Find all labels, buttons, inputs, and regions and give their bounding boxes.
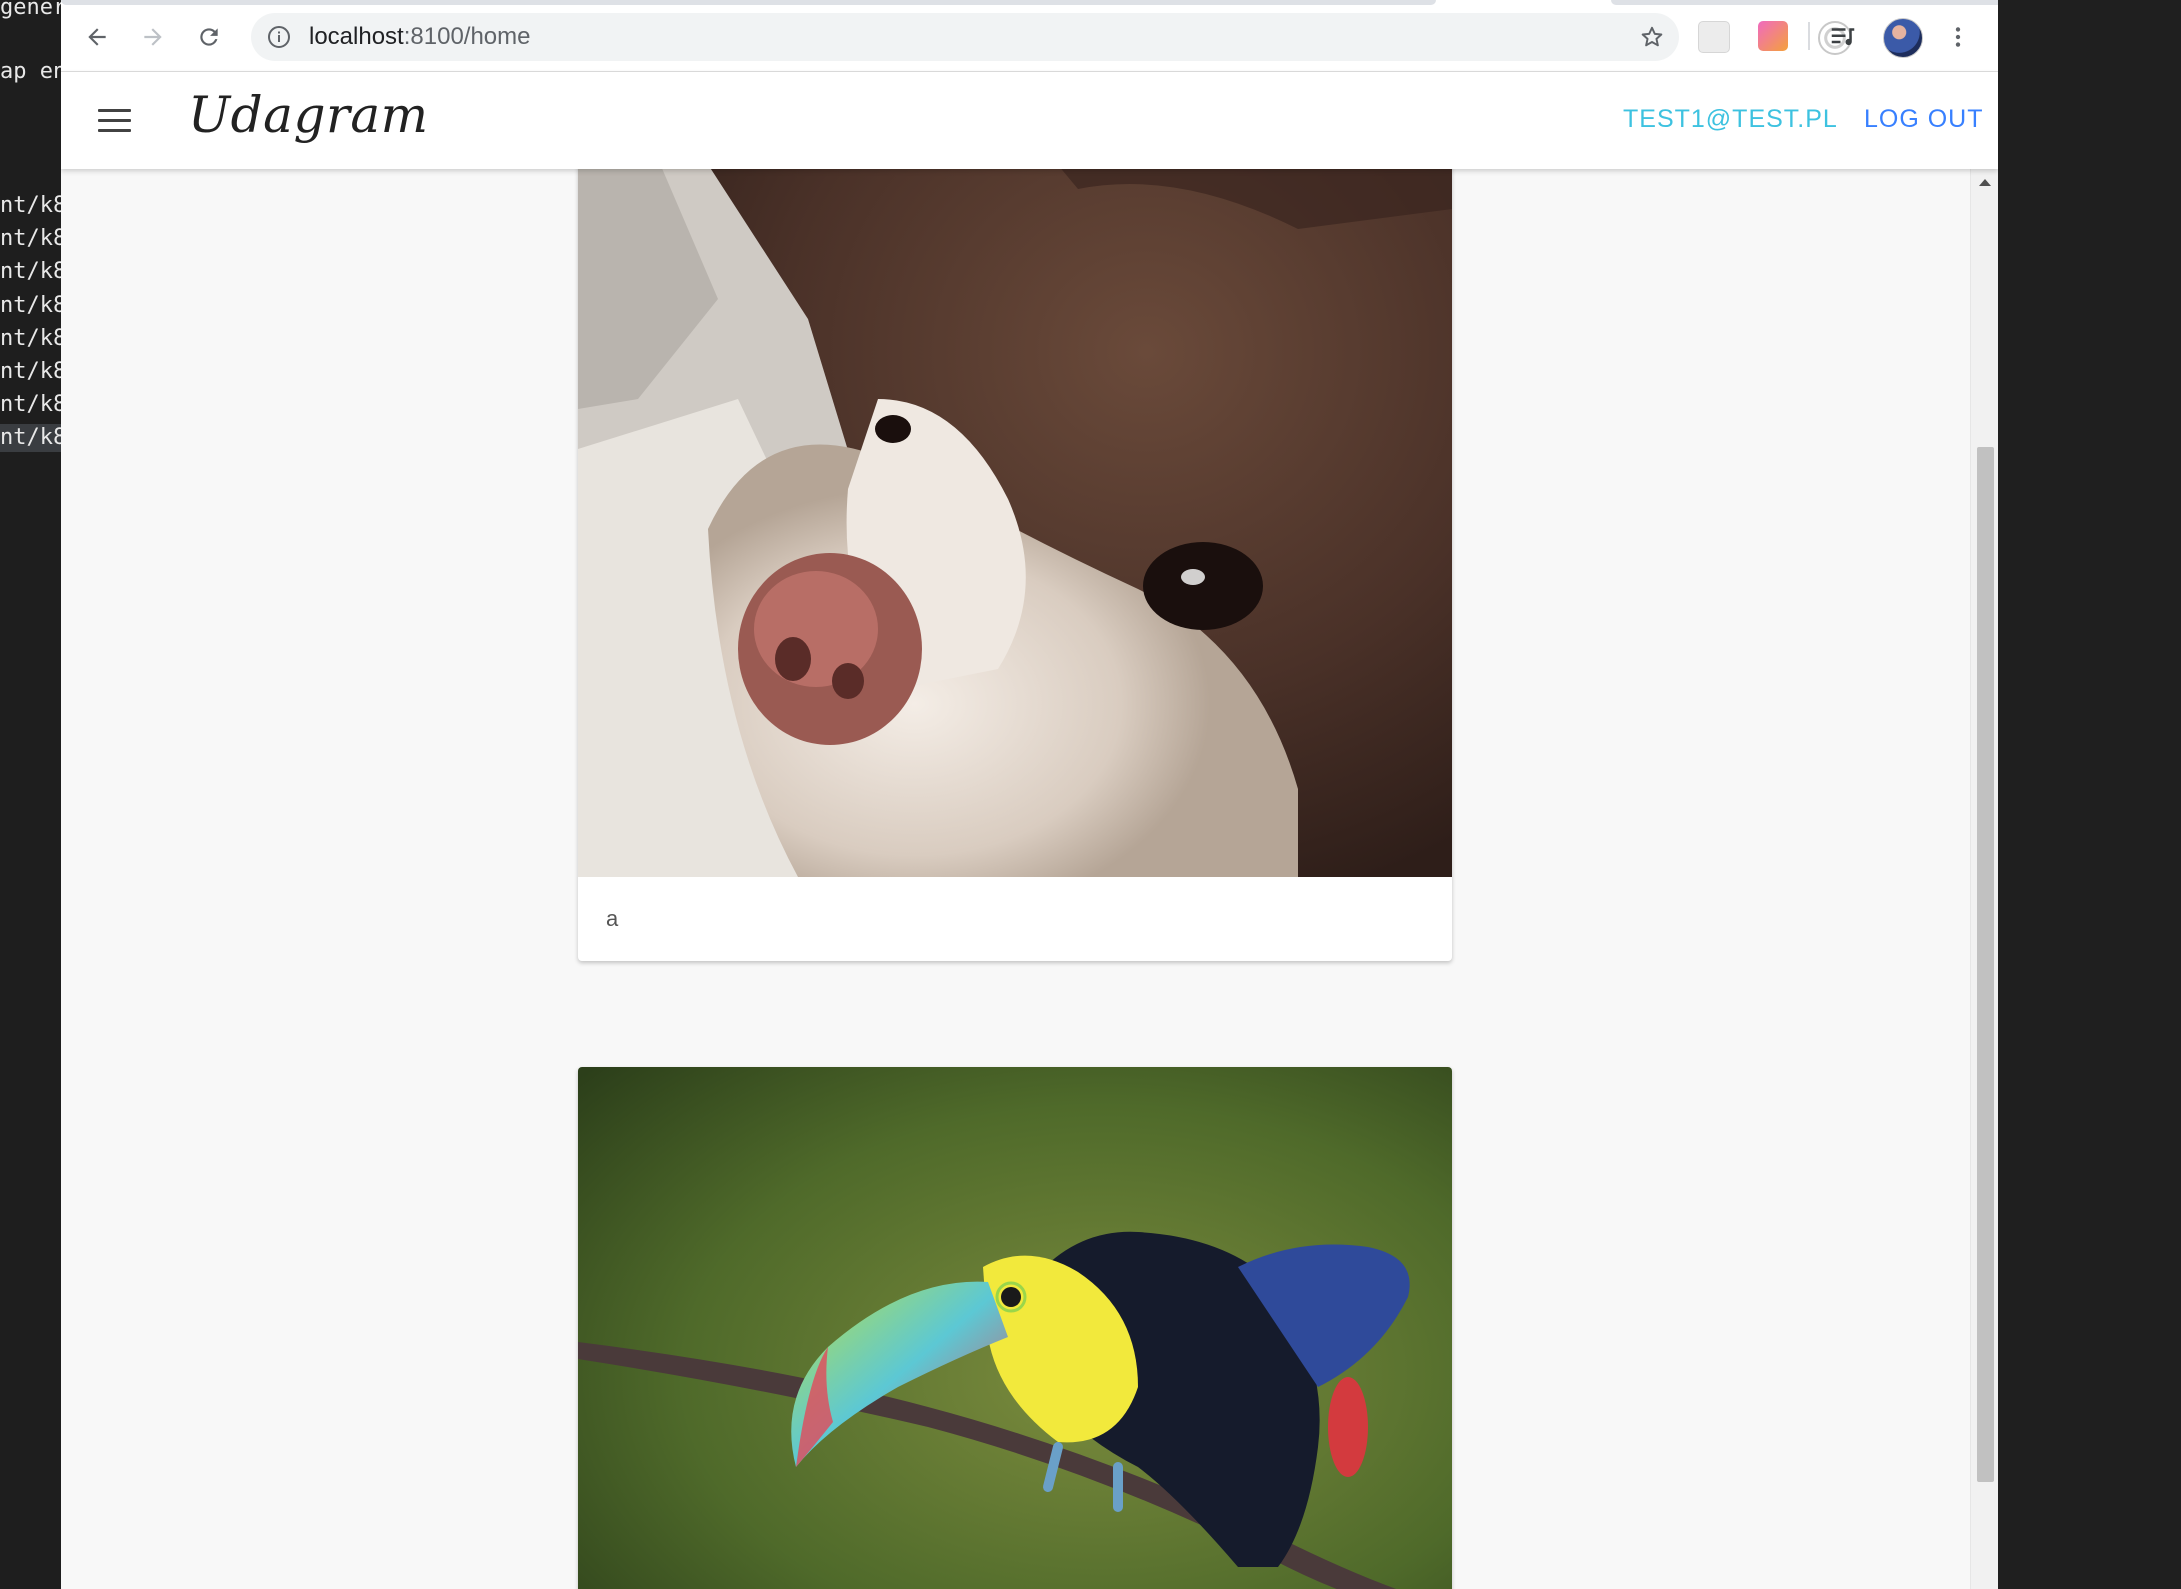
forward-icon: [144, 28, 162, 46]
back-icon: [88, 28, 106, 46]
extension-icon-1[interactable]: [1698, 21, 1730, 53]
profile-avatar[interactable]: [1883, 18, 1923, 58]
media-control-icon: [1831, 28, 1855, 46]
toolbar-separator: [1808, 22, 1810, 50]
extension-icon-2[interactable]: [1758, 21, 1788, 51]
dog-photo: [578, 169, 1452, 877]
toucan-photo: [578, 1067, 1452, 1589]
terminal-line-selected: nt/k8: [0, 424, 61, 452]
terminal-line: nt/k8: [0, 326, 61, 351]
terminal-line: nt/k8: [0, 392, 61, 417]
more-menu-icon: [1955, 27, 1961, 47]
page-scrollbar[interactable]: [1970, 169, 1998, 1589]
terminal-line: ap en: [0, 59, 61, 84]
feed-item: [578, 1067, 1452, 1589]
desktop-background: [1998, 0, 2181, 1589]
feed-item: a: [578, 169, 1452, 961]
feed-item-caption: a: [606, 906, 619, 931]
reload-icon: [200, 28, 218, 46]
feed-item-image: [578, 1067, 1452, 1589]
tab-strip-edge: [1611, 0, 1998, 5]
info-icon[interactable]: [267, 25, 291, 49]
user-email-button[interactable]: TEST1@TEST.PL: [1623, 105, 1838, 134]
browser-toolbar: localhost:8100/home: [61, 0, 1998, 72]
reload-button[interactable]: [187, 15, 231, 59]
app-header: Udagram TEST1@TEST.PL LOG OUT: [61, 72, 1998, 169]
app-title: Udagram: [188, 86, 429, 144]
terminal-line: nt/k8: [0, 293, 61, 318]
url-host: localhost: [309, 23, 404, 50]
background-terminal: gener ap en nt/k8 nt/k8 nt/k8 nt/k8 nt/k…: [0, 0, 61, 1589]
terminal-line: gener: [0, 0, 61, 20]
terminal-line: nt/k8: [0, 226, 61, 251]
terminal-line: nt/k8: [0, 193, 61, 218]
url-text[interactable]: localhost:8100/home: [309, 25, 531, 49]
tab-strip-edge: [61, 0, 1436, 5]
back-button[interactable]: [75, 15, 119, 59]
terminal-line: nt/k8: [0, 259, 61, 284]
forward-button[interactable]: [131, 15, 175, 59]
media-control-button[interactable]: [1821, 15, 1865, 59]
bookmark-star-icon[interactable]: [1639, 24, 1665, 50]
feed-list: a: [61, 169, 1970, 1589]
more-menu-button[interactable]: [1936, 15, 1980, 59]
address-bar[interactable]: localhost:8100/home: [251, 13, 1679, 61]
scrollbar-thumb[interactable]: [1977, 447, 1994, 1482]
browser-window: localhost:8100/home Udagram TEST1@TEST.P…: [61, 0, 1998, 1589]
scroll-up-arrow-icon[interactable]: [1979, 179, 1991, 186]
menu-button[interactable]: [89, 97, 139, 143]
logout-button[interactable]: LOG OUT: [1864, 105, 1984, 134]
url-path: :8100/home: [403, 23, 531, 50]
feed-item-image: [578, 169, 1452, 877]
terminal-line: nt/k8: [0, 359, 61, 384]
